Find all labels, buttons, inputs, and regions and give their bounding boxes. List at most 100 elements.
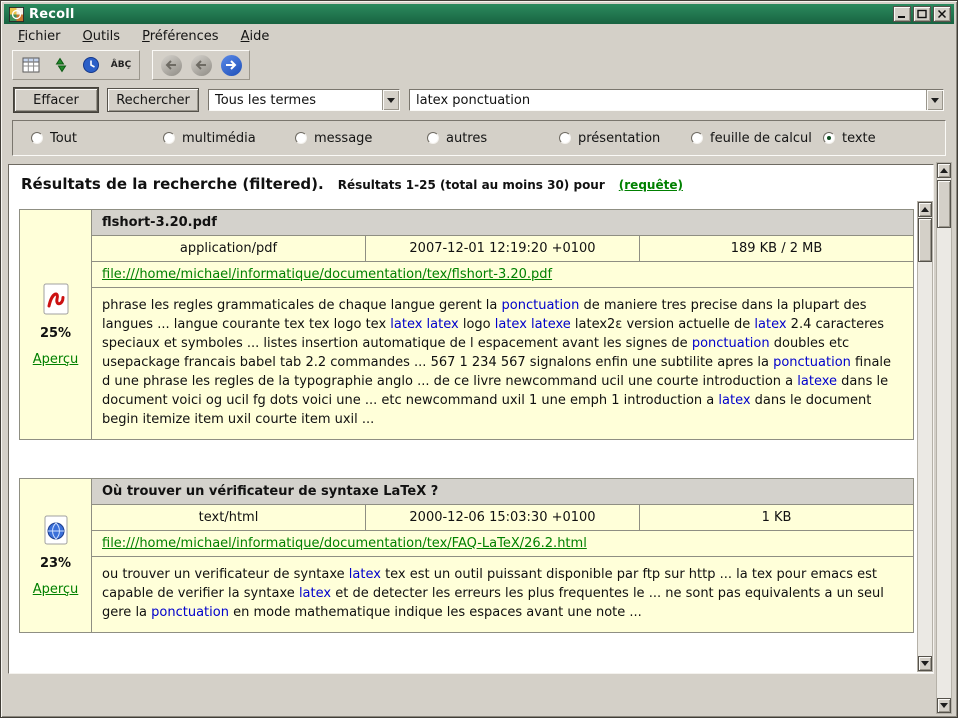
- radio-icon[interactable]: [823, 132, 835, 144]
- result-url-link[interactable]: file:///home/michael/informatique/docume…: [102, 536, 587, 551]
- filter-texte[interactable]: texte: [823, 131, 876, 146]
- filter-label: multimédia: [182, 131, 256, 146]
- menu-preferences[interactable]: Préférences: [136, 26, 224, 47]
- filter-label: autres: [446, 131, 487, 146]
- spellcheck-icon: ÂBÇ: [111, 61, 131, 70]
- result-snippet: phrase les regles grammaticales de chaqu…: [92, 288, 913, 439]
- filter-multimedia[interactable]: multimédia: [163, 131, 295, 146]
- menu-outils[interactable]: Outils: [77, 26, 127, 47]
- scrollbar-thumb[interactable]: [937, 180, 951, 228]
- menubar: Fichier Outils Préférences Aide: [4, 24, 954, 48]
- forward-arrow-icon: [221, 55, 242, 76]
- result-entry-table: Où trouver un vérificateur de syntaxe La…: [92, 479, 913, 632]
- scroll-up-button[interactable]: [937, 163, 951, 178]
- chevron-down-icon: [387, 98, 395, 103]
- toolbar-nav-group: [152, 50, 250, 80]
- maximize-button[interactable]: [913, 6, 931, 22]
- result-snippet: ou trouver un verificateur de syntaxe la…: [92, 557, 913, 632]
- pdf-icon: [42, 283, 70, 315]
- clear-search-button[interactable]: [17, 52, 45, 78]
- arrow-up-icon: [940, 168, 948, 173]
- term-explorer-button[interactable]: ÂBÇ: [107, 52, 135, 78]
- minimize-button[interactable]: [893, 6, 911, 22]
- scrollbar-track[interactable]: [918, 217, 932, 656]
- titlebar: Recoll: [4, 4, 954, 24]
- sort-arrows-icon: [51, 55, 71, 75]
- query-input[interactable]: [410, 90, 926, 110]
- filter-label: message: [314, 131, 372, 146]
- menu-aide[interactable]: Aide: [235, 26, 276, 47]
- close-icon: [937, 9, 947, 19]
- filter-label: texte: [842, 131, 876, 146]
- filter-label: Tout: [50, 131, 77, 146]
- result-date: 2000-12-06 15:03:30 +0100: [366, 505, 640, 530]
- result-title: Où trouver un vérificateur de syntaxe La…: [92, 479, 913, 505]
- main-vertical-scrollbar[interactable]: [936, 162, 952, 714]
- relevance-percent: 23%: [40, 556, 71, 571]
- search-mode-combobox[interactable]: Tous les termes: [208, 89, 400, 111]
- results-list-scrollbar[interactable]: [917, 201, 933, 672]
- radio-icon[interactable]: [295, 132, 307, 144]
- scroll-down-button[interactable]: [937, 698, 951, 713]
- preview-link[interactable]: Aperçu: [33, 352, 79, 367]
- result-title: flshort-3.20.pdf: [92, 210, 913, 236]
- sort-by-dates-button[interactable]: [77, 52, 105, 78]
- filter-feuille-de-calcul[interactable]: feuille de calcul: [691, 131, 823, 146]
- table-icon: [21, 55, 41, 75]
- scrollbar-thumb[interactable]: [918, 218, 932, 262]
- result-url-row: file:///home/michael/informatique/docume…: [92, 262, 913, 288]
- result-mime: application/pdf: [92, 236, 366, 261]
- search-mode-value: Tous les termes: [209, 90, 382, 110]
- scrollbar-track[interactable]: [937, 178, 951, 698]
- radio-icon[interactable]: [559, 132, 571, 144]
- first-page-button[interactable]: [157, 52, 185, 78]
- search-row: Effacer Rechercher Tous les termes: [4, 82, 954, 118]
- radio-icon[interactable]: [691, 132, 703, 144]
- filter-label: présentation: [578, 131, 660, 146]
- menu-fichier[interactable]: Fichier: [12, 26, 67, 47]
- result-entry-table: flshort-3.20.pdf application/pdf 2007-12…: [92, 210, 913, 439]
- filter-label: feuille de calcul: [710, 131, 812, 146]
- result-url-link[interactable]: file:///home/michael/informatique/docume…: [102, 267, 552, 282]
- filter-presentation[interactable]: présentation: [559, 131, 691, 146]
- search-mode-dropdown-button[interactable]: [382, 90, 399, 110]
- result-size: 189 KB / 2 MB: [640, 236, 913, 261]
- preview-link[interactable]: Aperçu: [33, 582, 79, 597]
- results-list: 25% Aperçu flshort-3.20.pdf application/…: [9, 201, 916, 673]
- filter-autres[interactable]: autres: [427, 131, 559, 146]
- update-index-button[interactable]: [47, 52, 75, 78]
- html-page-icon: [42, 515, 70, 545]
- result-date: 2007-12-01 12:19:20 +0100: [366, 236, 640, 261]
- main-area: Résultats de la recherche (filtered). Ré…: [6, 162, 952, 714]
- result-entry: 23% Aperçu Où trouver un vérificateur de…: [19, 478, 914, 633]
- result-meta-row: text/html 2000-12-06 15:03:30 +0100 1 KB: [92, 505, 913, 531]
- arrow-down-icon: [921, 661, 929, 666]
- radio-icon[interactable]: [31, 132, 43, 144]
- query-link[interactable]: (requête): [619, 178, 683, 192]
- radio-icon[interactable]: [427, 132, 439, 144]
- previous-page-button[interactable]: [187, 52, 215, 78]
- next-page-button[interactable]: [217, 52, 245, 78]
- clear-button[interactable]: Effacer: [14, 88, 98, 112]
- search-button[interactable]: Rechercher: [107, 88, 199, 112]
- back-arrow-icon: [161, 55, 182, 76]
- filter-message[interactable]: message: [295, 131, 427, 146]
- arrow-up-icon: [921, 207, 929, 212]
- result-size: 1 KB: [640, 505, 913, 530]
- close-button[interactable]: [933, 6, 951, 22]
- app-icon: [9, 7, 24, 22]
- result-entry-sidebar: 23% Aperçu: [20, 479, 92, 632]
- radio-icon[interactable]: [163, 132, 175, 144]
- query-dropdown-button[interactable]: [926, 90, 943, 110]
- chevron-down-icon: [931, 98, 939, 103]
- results-title: Résultats de la recherche (filtered).: [21, 175, 324, 193]
- maximize-icon: [917, 9, 927, 19]
- category-filter-bar: Tout multimédia message autres présentat…: [12, 120, 946, 156]
- toolbar: ÂBÇ: [4, 48, 954, 82]
- scroll-down-button[interactable]: [918, 656, 932, 671]
- filter-tout[interactable]: Tout: [31, 131, 163, 146]
- result-mime: text/html: [92, 505, 366, 530]
- query-combobox: [409, 89, 944, 111]
- clock-icon: [81, 55, 101, 75]
- scroll-up-button[interactable]: [918, 202, 932, 217]
